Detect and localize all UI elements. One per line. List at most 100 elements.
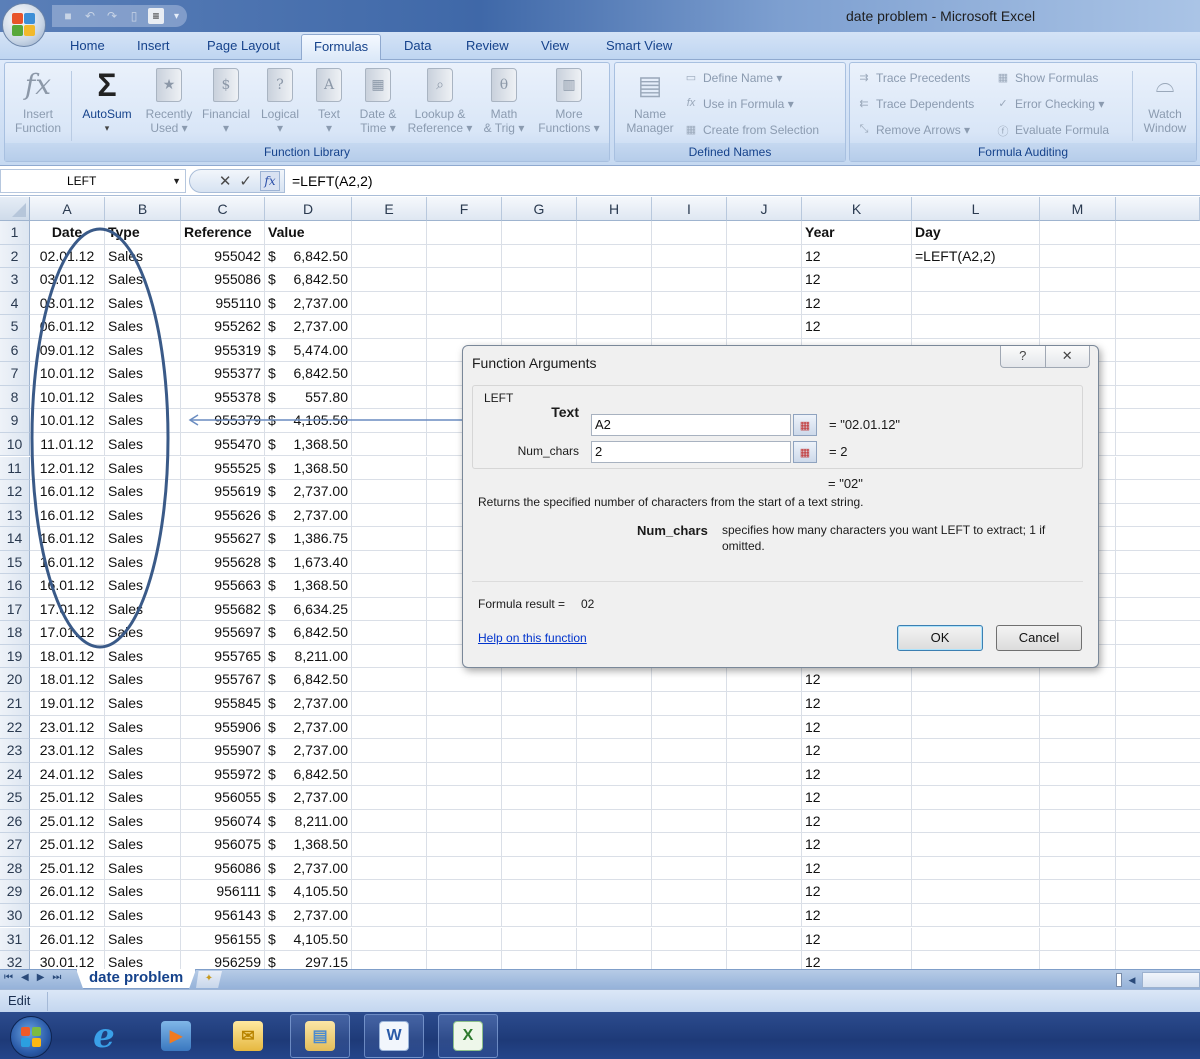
cell-a[interactable]: 17.01.12	[30, 621, 105, 645]
tab-insert[interactable]: Insert	[137, 38, 170, 53]
cell-j[interactable]	[727, 951, 802, 969]
column-header-m[interactable]: M	[1040, 197, 1116, 221]
taskbar-internet-explorer[interactable]: e	[74, 1014, 134, 1058]
cell-h[interactable]	[577, 268, 652, 292]
cell-e[interactable]	[352, 621, 427, 645]
cell-h[interactable]	[577, 903, 652, 927]
cell-g[interactable]	[502, 951, 577, 969]
cell-h[interactable]	[577, 833, 652, 857]
cell-c[interactable]: 955378	[181, 385, 265, 409]
cell-g[interactable]	[502, 715, 577, 739]
cell-l[interactable]	[912, 903, 1040, 927]
next-sheet-icon[interactable]: ▶	[37, 972, 45, 983]
cell-c[interactable]: 955628	[181, 550, 265, 574]
cell-m[interactable]	[1040, 880, 1116, 904]
row-header[interactable]: 12	[0, 480, 30, 504]
name-box[interactable]: LEFT ▼	[0, 169, 186, 193]
row-header[interactable]: 26	[0, 809, 30, 834]
cell-a[interactable]: 11.01.12	[30, 432, 105, 456]
cell-c[interactable]: 956055	[181, 786, 265, 810]
customize-qat-icon[interactable]: ▾	[174, 11, 179, 22]
cell-a[interactable]: 25.01.12	[30, 856, 105, 880]
row-header[interactable]: 9	[0, 409, 30, 433]
cell-f[interactable]	[427, 221, 502, 244]
cell-k[interactable]: Year	[802, 221, 912, 244]
cell-k[interactable]: 12	[802, 315, 912, 339]
cell-c[interactable]: 955907	[181, 739, 265, 763]
cell-a[interactable]: 26.01.12	[30, 880, 105, 904]
cell-b[interactable]: Sales	[105, 715, 181, 739]
cell-e[interactable]	[352, 315, 427, 339]
cell-a[interactable]: 03.01.12	[30, 291, 105, 315]
cell-l[interactable]	[912, 786, 1040, 810]
cell-e[interactable]	[352, 574, 427, 598]
cell-f[interactable]	[427, 856, 502, 880]
insert-sheet-icon[interactable]: ✦	[196, 971, 222, 988]
cell-e[interactable]	[352, 597, 427, 621]
cell-c[interactable]: 955319	[181, 338, 265, 362]
row-header[interactable]: 28	[0, 856, 30, 881]
cell-d[interactable]: $2,737.00	[265, 315, 352, 339]
cell-e[interactable]	[352, 432, 427, 456]
cell-a[interactable]: 25.01.12	[30, 809, 105, 833]
cell-l[interactable]	[912, 268, 1040, 292]
trace-precedents-button[interactable]: ⇉ Trace Precedents	[856, 71, 970, 85]
cell-a[interactable]: 06.01.12	[30, 315, 105, 339]
cell-g[interactable]	[502, 833, 577, 857]
cell-h[interactable]	[577, 786, 652, 810]
cell-i[interactable]	[652, 809, 727, 833]
use-in-formula-button[interactable]: fx Use in Formula ▾	[683, 97, 794, 111]
cell-e[interactable]	[352, 221, 427, 244]
close-icon[interactable]: ✕	[1044, 346, 1090, 367]
cell-e[interactable]	[352, 692, 427, 715]
cell-m[interactable]	[1040, 268, 1116, 292]
cell-b[interactable]: Sales	[105, 809, 181, 833]
cell-g[interactable]	[502, 268, 577, 292]
column-header-c[interactable]: C	[181, 197, 265, 221]
cell-c[interactable]: 955663	[181, 574, 265, 598]
cell-b[interactable]: Sales	[105, 338, 181, 362]
cell-j[interactable]	[727, 880, 802, 904]
cell-d[interactable]: $2,737.00	[265, 903, 352, 927]
cell-i[interactable]	[652, 244, 727, 268]
cell-d[interactable]: $6,842.50	[265, 362, 352, 386]
cell-i[interactable]	[652, 903, 727, 927]
cell-d[interactable]: $2,737.00	[265, 503, 352, 527]
tab-home[interactable]: Home	[70, 38, 105, 53]
cell-a[interactable]: 18.01.12	[30, 668, 105, 692]
cell-a[interactable]: 16.01.12	[30, 550, 105, 574]
cell-c[interactable]: 955086	[181, 268, 265, 292]
cell-l[interactable]	[912, 291, 1040, 315]
cell-m[interactable]	[1040, 668, 1116, 692]
cell-d[interactable]: $6,842.50	[265, 668, 352, 692]
enter-icon[interactable]: ✓	[239, 172, 252, 190]
cell-l[interactable]	[912, 668, 1040, 692]
cell-a[interactable]: 23.01.12	[30, 715, 105, 739]
cell-e[interactable]	[352, 786, 427, 810]
cell-h[interactable]	[577, 856, 652, 880]
horizontal-scrollbar[interactable]: ◀	[1116, 972, 1200, 988]
cell-j[interactable]	[727, 739, 802, 763]
cell-b[interactable]: Sales	[105, 550, 181, 574]
cell-j[interactable]	[727, 833, 802, 857]
cell-c[interactable]: 956155	[181, 927, 265, 951]
cell-k[interactable]: 12	[802, 951, 912, 969]
cell-k[interactable]: 12	[802, 291, 912, 315]
cell-d[interactable]: $1,368.50	[265, 574, 352, 598]
cell-a[interactable]: 16.01.12	[30, 480, 105, 504]
cell-b[interactable]: Sales	[105, 880, 181, 904]
cell-e[interactable]	[352, 927, 427, 951]
cell-d[interactable]: $6,842.50	[265, 762, 352, 786]
cell-m[interactable]	[1040, 315, 1116, 339]
cell-j[interactable]	[727, 668, 802, 692]
cell-j[interactable]	[727, 927, 802, 951]
cell-k[interactable]: 12	[802, 244, 912, 268]
cell-e[interactable]	[352, 762, 427, 786]
cell-i[interactable]	[652, 715, 727, 739]
cell-b[interactable]: Sales	[105, 951, 181, 969]
cell-a[interactable]: 17.01.12	[30, 597, 105, 621]
cell-g[interactable]	[502, 315, 577, 339]
cell-b[interactable]: Sales	[105, 315, 181, 339]
cell-a[interactable]: 25.01.12	[30, 833, 105, 857]
row-header[interactable]: 22	[0, 715, 30, 740]
